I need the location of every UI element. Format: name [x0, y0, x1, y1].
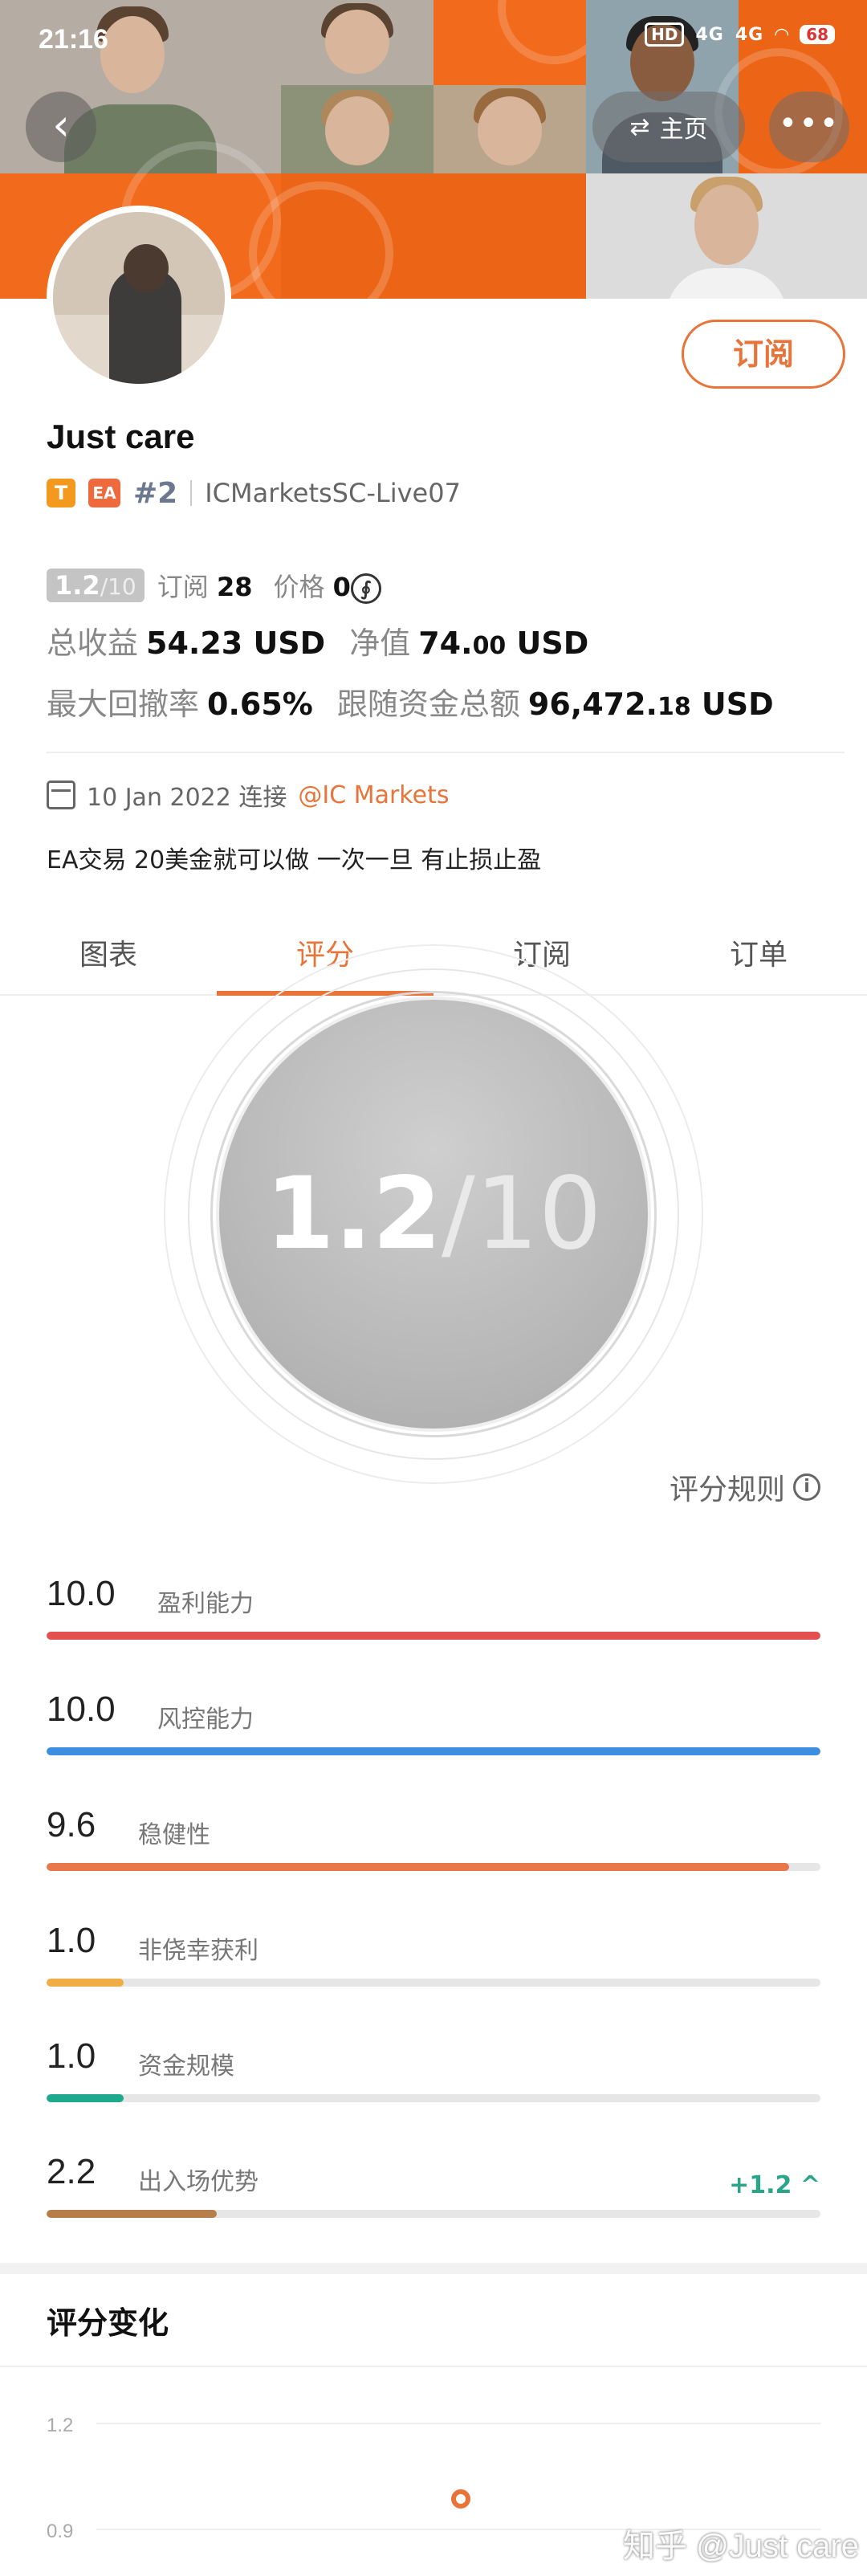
more-icon: ••• — [778, 105, 841, 142]
metric-bar-fill — [47, 2094, 124, 2102]
score-badge: 1.2/10 — [47, 569, 144, 602]
tab-orders[interactable]: 订单 — [650, 915, 867, 994]
equity-value: 74.00 USD — [418, 626, 589, 661]
connect-date: 10 Jan 2022 连接 — [87, 784, 287, 812]
connect-info: 10 Jan 2022 连接 @IC Markets — [47, 777, 449, 813]
rating-rules-link[interactable]: 评分规则 i — [670, 1466, 820, 1508]
metric-bar-fill — [47, 1747, 820, 1755]
metric-label: 资金规模 — [138, 2052, 234, 2081]
signal-icon: 4G — [735, 24, 764, 45]
total-profit-label: 总收益 — [47, 626, 139, 661]
broker-link[interactable]: @IC Markets — [298, 781, 449, 809]
home-button-label: 主页 — [659, 116, 708, 144]
rating-metric-row: 2.2 出入场优势 +1.2 ^ — [47, 2152, 820, 2224]
follow-funds-value: 96,472.18 USD — [527, 687, 774, 722]
subscribers-label: 订阅 — [157, 572, 209, 602]
rating-metric-row: 10.0 风控能力 — [47, 1689, 820, 1762]
watermark: 知乎 @Just care — [622, 2529, 859, 2564]
battery-icon: 68 — [800, 25, 835, 44]
follow-funds-label: 跟随资金总额 — [336, 687, 520, 722]
metric-label: 非侥幸获利 — [138, 1937, 258, 1965]
rating-metric-row: 1.0 非侥幸获利 — [47, 1921, 820, 1993]
wifi-icon: ◠ — [775, 24, 789, 45]
trader-tag: T — [47, 479, 75, 507]
metric-bar-fill — [47, 1863, 790, 1871]
divider — [190, 480, 193, 506]
data-point[interactable] — [451, 2489, 470, 2509]
metric-bar-track — [47, 2210, 820, 2218]
calendar-icon — [47, 781, 75, 809]
rating-metric-row: 10.0 盈利能力 — [47, 1574, 820, 1646]
home-button[interactable]: ⇄ 主页 — [592, 92, 745, 162]
metric-bar-fill — [47, 2210, 218, 2218]
info-icon: i — [793, 1473, 820, 1501]
metric-delta: +1.2 ^ — [729, 2171, 820, 2199]
status-bar: 21:16 HD 4G 4G ◠ 68 — [0, 0, 867, 80]
profile-name: Just care — [47, 418, 195, 455]
total-profit-value: 54.23 USD — [146, 626, 326, 661]
banner-photo — [281, 85, 434, 173]
server-name: ICMarketsSC-Live07 — [205, 478, 461, 508]
clock: 21:16 — [39, 24, 108, 55]
divider — [47, 752, 845, 753]
rating-rules-label: 评分规则 — [669, 1473, 785, 1506]
rating-metric-row: 1.0 资金规模 — [47, 2036, 820, 2109]
rating-history-title: 评分变化 — [47, 2305, 169, 2341]
metric-label: 盈利能力 — [157, 1590, 254, 1618]
y-tick-label: 0.9 — [47, 2521, 73, 2542]
score-summary: 1.2/10 订阅 28 价格 0 ∮ — [47, 567, 381, 604]
rating-metric-row: 9.6 稳健性 — [47, 1805, 820, 1877]
metric-value: 1.0 — [47, 1921, 96, 1960]
profile-tags: T EA #2 ICMarketsSC-Live07 — [47, 474, 461, 512]
banner-photo — [586, 173, 867, 299]
max-drawdown-label: 最大回撤率 — [47, 687, 200, 722]
metric-value: 1.0 — [47, 2036, 96, 2076]
avatar[interactable] — [47, 206, 231, 390]
y-tick-label: 1.2 — [47, 2415, 73, 2436]
chevron-left-icon: ‹ — [52, 100, 70, 150]
equity-label: 净值 — [349, 626, 411, 661]
subscribe-button[interactable]: 订阅 — [682, 320, 845, 389]
metric-value: 2.2 — [47, 2152, 96, 2191]
metric-label: 稳健性 — [138, 1821, 210, 1849]
metric-bar-fill — [47, 1632, 820, 1640]
max-drawdown-value: 0.65% — [207, 687, 313, 722]
metric-label: 出入场优势 — [138, 2168, 258, 2196]
banner-photo — [434, 85, 586, 173]
strategy-description: EA交易 20美金就可以做 一次一旦 有止损止盈 — [47, 846, 542, 874]
price-label: 价格 — [273, 572, 325, 602]
metric-bar-track — [47, 1863, 820, 1871]
system-icons: HD 4G 4G ◠ 68 — [645, 22, 835, 47]
hd-icon: HD — [645, 22, 685, 47]
divider — [0, 2366, 867, 2367]
signal-icon: 4G — [695, 24, 724, 45]
banner-pattern — [249, 173, 586, 299]
price-value: 0 — [332, 572, 351, 602]
metric-bar-fill — [47, 1979, 124, 1987]
metric-bar-track — [47, 1979, 820, 1987]
profit-stats: 总收益 54.23 USD 净值 74.00 USD — [47, 618, 588, 662]
ea-tag: EA — [88, 479, 120, 507]
subscribers-count: 28 — [216, 572, 253, 602]
risk-stats: 最大回撤率 0.65% 跟随资金总额 96,472.18 USD — [47, 679, 774, 723]
coin-icon: ∮ — [350, 573, 381, 604]
metric-bar-track — [47, 1747, 820, 1755]
rating-score: 1.2/10 — [265, 1156, 602, 1272]
metric-value: 10.0 — [47, 1574, 116, 1613]
back-button[interactable]: ‹ — [26, 92, 96, 162]
metric-bar-track — [47, 2094, 820, 2102]
metric-bar-track — [47, 1632, 820, 1640]
switch-icon: ⇄ — [629, 112, 650, 141]
rank-label: #2 — [133, 476, 178, 510]
more-button[interactable]: ••• — [769, 92, 849, 162]
metric-value: 9.6 — [47, 1805, 96, 1844]
metric-label: 风控能力 — [157, 1706, 254, 1734]
section-separator — [0, 2263, 867, 2274]
metric-value: 10.0 — [47, 1689, 116, 1729]
tab-chart[interactable]: 图表 — [0, 915, 217, 994]
